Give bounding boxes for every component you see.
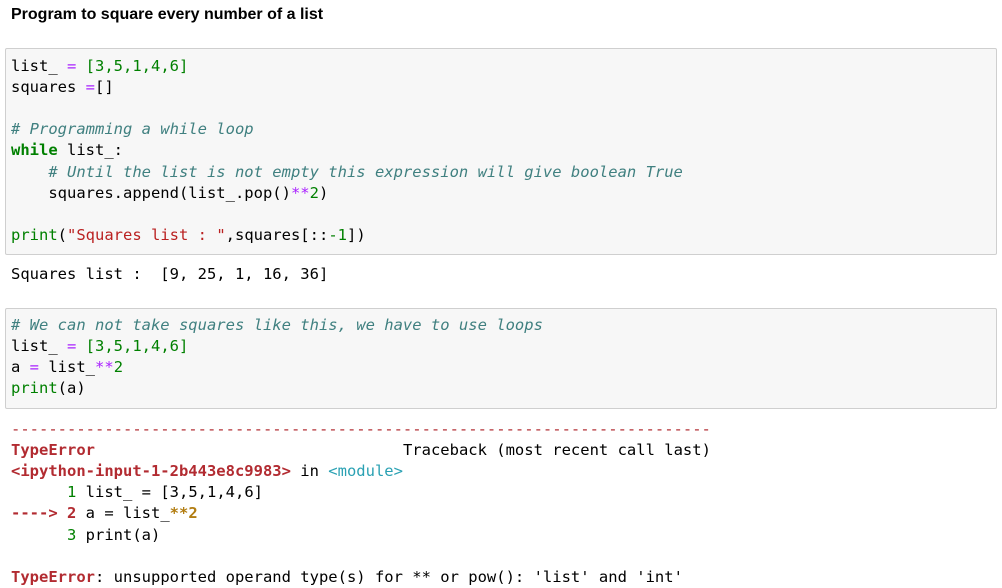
code-token: squares [11, 78, 86, 97]
code-token: 2 [113, 358, 124, 377]
code-token: = [85, 78, 95, 97]
code-token: ----------------------------------------… [11, 420, 711, 438]
code-line: list_ = [3,5,1,4,6] [11, 56, 188, 77]
code-cell-2[interactable]: # We can not take squares like this, we … [5, 308, 997, 409]
code-token: [3,5,1,4,6] [76, 337, 189, 356]
code-line: list_ = [3,5,1,4,6] [11, 336, 188, 357]
code-token: = [67, 337, 77, 356]
code-token: = [29, 358, 40, 377]
code-token: 2 [309, 183, 319, 202]
code-token: # Programming a while loop [11, 120, 254, 139]
code-token: print [11, 379, 58, 398]
code-token: list_ [39, 358, 96, 377]
code-token: ----> 2 [11, 504, 77, 523]
code-token: <ipython-input-1-2b443e8c9983> [11, 462, 291, 481]
code-token: ) [318, 183, 329, 202]
code-token: 3 [67, 525, 77, 544]
code-cell-1[interactable]: list_ = [3,5,1,4,6] squares =[] # Programm… [5, 48, 997, 255]
code-token: a = list_ [76, 504, 170, 523]
code-line: # Programming a while loop [11, 119, 254, 140]
code-token: TypeError [11, 441, 95, 460]
code-line: print(a) [11, 378, 86, 399]
code-line: # Until the list is not empty this expre… [11, 162, 683, 183]
code-line: # We can not take squares like this, we … [11, 315, 543, 336]
code-token: list_ = [3,5,1,4,6] [76, 483, 263, 502]
code-token: 1 [67, 483, 77, 502]
code-token: list_ [11, 337, 67, 356]
code-line: 3 print(a) [11, 525, 160, 546]
code-token: ]) [346, 225, 366, 244]
code-line: TypeError Traceback (most recent call la… [11, 440, 711, 461]
code-token: = [67, 57, 77, 75]
code-line: squares.append(list_.pop()**2) [11, 183, 328, 204]
code-token: # We can not take squares like this, we … [11, 316, 543, 334]
code-token: print [11, 225, 58, 244]
code-token: squares.append(list_.pop() [11, 183, 291, 202]
code-token: a [11, 358, 30, 377]
code-token: <module> [328, 462, 403, 481]
code-line: squares =[] [11, 77, 114, 98]
code-line: ----> 2 a = list_**2 [11, 503, 198, 524]
code-token: Traceback (most recent call last) [95, 441, 711, 460]
code-line: ----------------------------------------… [11, 419, 711, 440]
code-line: 1 list_ = [3,5,1,4,6] [11, 482, 263, 503]
code-token: [] [95, 78, 114, 97]
code-token: ** [290, 183, 310, 202]
code-token: TypeError [11, 567, 95, 586]
code-token: in [290, 462, 329, 481]
code-line: <ipython-input-1-2b443e8c9983> in <modul… [11, 461, 403, 482]
code-line: print("Squares list : ",squares[::-1]) [11, 225, 366, 246]
code-token: **2 [169, 504, 198, 523]
cell-1-output: Squares list : [9, 25, 1, 16, 36] [11, 265, 329, 283]
code-line: TypeError: unsupported operand type(s) f… [11, 567, 683, 588]
code-line: a = list_**2 [11, 357, 123, 378]
error-traceback-output: ----------------------------------------… [0, 416, 1002, 588]
code-token: -1 [328, 225, 347, 244]
code-token: ** [95, 358, 114, 377]
code-token: while [11, 141, 58, 160]
code-token: ,squares[:: [225, 225, 329, 244]
code-token: list_ [11, 57, 67, 75]
code-line: while list_: [11, 140, 123, 161]
code-token: : unsupported operand type(s) for ** or … [95, 567, 683, 586]
code-token: ( [57, 225, 68, 244]
code-token: # Until the list is not empty this expre… [48, 162, 683, 181]
page-heading: Program to square every number of a list [11, 6, 324, 23]
code-token: (a) [57, 379, 86, 398]
code-token: print(a) [76, 525, 161, 544]
code-token: list_: [57, 141, 123, 160]
code-token: [3,5,1,4,6] [76, 57, 189, 75]
code-token: "Squares list : " [67, 225, 226, 244]
